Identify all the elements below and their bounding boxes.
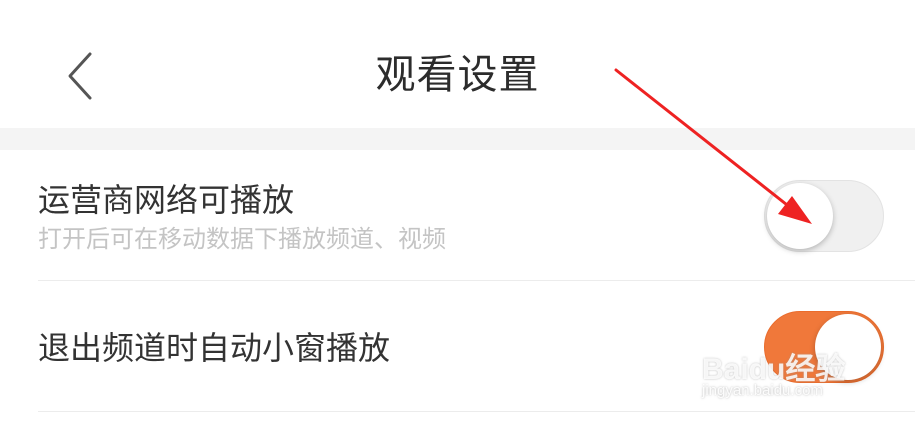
toggle-knob xyxy=(767,183,833,249)
mobile-data-toggle[interactable] xyxy=(764,180,884,252)
setting-row-mini-window[interactable]: 退出频道时自动小窗播放 xyxy=(0,281,915,411)
setting-description: 打开后可在移动数据下播放频道、视频 xyxy=(38,225,446,253)
setting-row-mobile-data[interactable]: 运营商网络可播放 打开后可在移动数据下播放频道、视频 xyxy=(0,150,915,280)
row-divider xyxy=(38,411,915,412)
setting-label: 退出频道时自动小窗播放 xyxy=(38,329,391,367)
mini-window-toggle[interactable] xyxy=(764,311,884,383)
toggle-knob xyxy=(815,314,881,380)
setting-label: 运营商网络可播放 xyxy=(38,181,295,219)
page-title: 观看设置 xyxy=(375,52,540,98)
section-divider xyxy=(0,128,915,150)
header-bar: 观看设置 xyxy=(0,0,915,128)
